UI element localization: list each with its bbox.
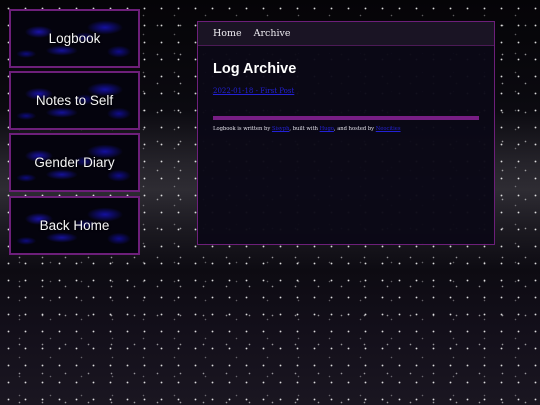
divider <box>213 116 479 120</box>
content-area: Log Archive 2022-01-18 - First Post Logb… <box>198 46 494 132</box>
sidebar-item-notes-to-self[interactable]: Notes to Self <box>9 71 140 130</box>
post-link[interactable]: 2022-01-18 - First Post <box>213 87 294 95</box>
main-panel: Home Archive Log Archive 2022-01-18 - Fi… <box>197 21 495 245</box>
page-title: Log Archive <box>213 61 297 77</box>
footer-text-1: Logbook is written by <box>213 126 272 132</box>
footer-tool-link[interactable]: Hugo <box>320 126 334 132</box>
sidebar-item-back-home[interactable]: Back Home <box>9 196 140 255</box>
footer: Logbook is written by Sisyph, built with… <box>213 126 479 132</box>
sidebar-item-label: Notes to Self <box>35 93 114 108</box>
top-navigation: Home Archive <box>198 22 494 46</box>
sidebar-item-gender-diary[interactable]: Gender Diary <box>9 133 140 192</box>
sidebar-item-label: Logbook <box>48 31 101 46</box>
sidebar-item-logbook[interactable]: Logbook <box>9 9 140 68</box>
footer-host-link[interactable]: Neocities <box>376 126 401 132</box>
nav-link-archive[interactable]: Archive <box>254 28 291 39</box>
sidebar-item-label: Back Home <box>39 218 110 233</box>
nav-link-home[interactable]: Home <box>213 28 242 39</box>
footer-text-2: , built with <box>289 126 320 132</box>
sidebar-item-label: Gender Diary <box>34 155 115 170</box>
footer-author-link[interactable]: Sisyph <box>272 126 289 132</box>
footer-text-3: , and hosted by <box>333 126 376 132</box>
